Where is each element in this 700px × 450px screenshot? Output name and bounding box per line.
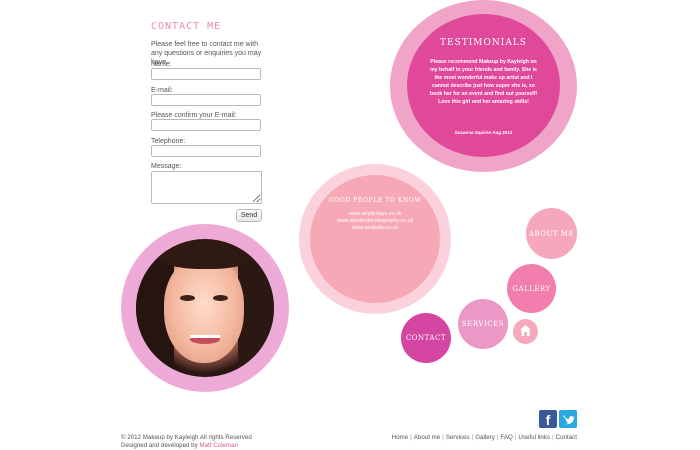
nav-about-label: ABOUT ME bbox=[528, 229, 575, 238]
message-label: Message: bbox=[151, 163, 182, 170]
good-people-link[interactable]: www.alanfordphotography.co.uk bbox=[312, 218, 438, 225]
footer-nav: Home | About me | Services | Gallery | FAQ | Usefu… bbox=[391, 434, 577, 441]
name-label: Name: bbox=[151, 61, 172, 68]
footer-credit-link[interactable]: Matt Coleman bbox=[199, 442, 238, 449]
message-field[interactable] bbox=[151, 171, 262, 204]
footer-link-services[interactable]: Services bbox=[446, 434, 470, 441]
telephone-label: Telephone: bbox=[151, 138, 186, 145]
footer-link-contact[interactable]: Contact bbox=[556, 434, 577, 441]
footer-link-about[interactable]: About me bbox=[414, 434, 440, 441]
footer-credit: Designed and developed by Matt Coleman bbox=[121, 442, 238, 449]
contact-title: CONTACT ME bbox=[151, 21, 222, 32]
email-label: E-mail: bbox=[151, 87, 173, 94]
confirm-email-field[interactable] bbox=[151, 119, 261, 131]
facebook-icon[interactable]: f bbox=[539, 410, 557, 428]
testimonials-title: TESTIMONIALS bbox=[440, 38, 527, 48]
good-people-link[interactable]: www.andisdo.co.uk bbox=[312, 225, 438, 232]
send-button[interactable]: Send bbox=[236, 209, 262, 222]
good-people-title: GOOD PEOPLE TO KNOW bbox=[328, 197, 422, 204]
name-field[interactable] bbox=[151, 68, 261, 80]
footer-link-home[interactable]: Home bbox=[392, 434, 409, 441]
home-icon bbox=[520, 325, 531, 336]
footer-copyright: © 2012 Makeup by Kayleigh All rights Res… bbox=[121, 434, 252, 441]
nav-gallery-label: GALLERY bbox=[512, 284, 551, 293]
photo-mouth bbox=[190, 335, 220, 344]
email-field[interactable] bbox=[151, 94, 261, 106]
testimonial-quote: Please recommend Makeup by Kayleigh on m… bbox=[429, 59, 538, 105]
twitter-icon[interactable] bbox=[559, 410, 577, 428]
nav-contact-label: CONTACT bbox=[405, 334, 447, 342]
testimonial-author: Susanna Squires Aug 2012 bbox=[454, 130, 513, 135]
telephone-field[interactable] bbox=[151, 145, 261, 157]
profile-photo bbox=[136, 239, 274, 377]
footer-link-faq[interactable]: FAQ bbox=[500, 434, 512, 441]
footer-link-useful[interactable]: Useful links bbox=[518, 434, 550, 441]
photo-eye bbox=[213, 295, 228, 301]
footer-credit-prefix: Designed and developed by bbox=[121, 442, 200, 449]
photo-hair bbox=[156, 239, 256, 269]
nav-contact-button[interactable]: CONTACT bbox=[401, 313, 451, 363]
photo-face bbox=[164, 257, 244, 363]
nav-gallery-button[interactable]: GALLERY bbox=[507, 264, 556, 313]
good-people-inner-circle bbox=[310, 175, 440, 303]
nav-services-label: SERVICES bbox=[461, 320, 504, 328]
footer-link-gallery[interactable]: Gallery bbox=[475, 434, 495, 441]
nav-services-button[interactable]: SERVICES bbox=[458, 299, 508, 349]
nav-about-button[interactable]: ABOUT ME bbox=[526, 208, 577, 259]
nav-home-button[interactable] bbox=[513, 319, 538, 344]
photo-eye bbox=[180, 295, 195, 301]
good-people-link[interactable]: www.amplydays.co.uk bbox=[312, 211, 438, 218]
confirm-email-label: Please confirm your E-mail: bbox=[151, 112, 237, 119]
